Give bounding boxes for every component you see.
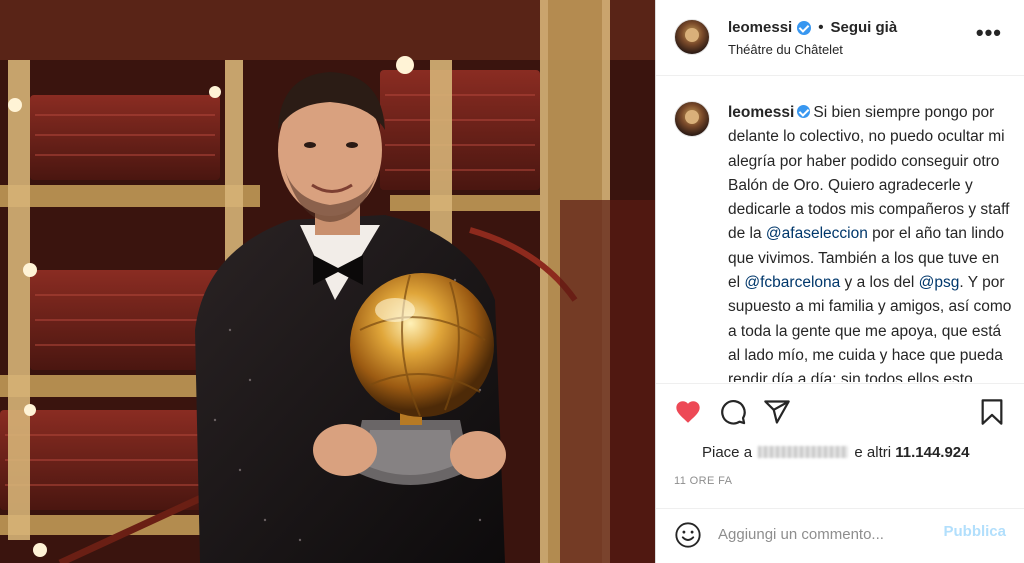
post-actions: Piace a e altri 11.144.924 11 ORE FA [656,383,1024,518]
likes-count[interactable]: 11.144.924 [895,444,969,461]
bookmark-icon[interactable] [978,398,1006,426]
verified-badge-icon [797,105,811,118]
heart-icon[interactable] [674,398,702,426]
post-timestamp[interactable]: 11 ORE FA [674,475,732,487]
mention-link[interactable]: @afaseleccion [766,225,868,242]
post-author: leomessi • Segui già [728,19,897,36]
verified-badge-icon [797,20,812,35]
more-options-icon[interactable]: ••• [976,22,1002,44]
post-sidebar: leomessi • Segui già Théâtre du Châtelet… [655,0,1024,563]
caption-username[interactable]: leomessi [728,104,794,121]
separator-dot: • [818,19,824,36]
publish-button[interactable]: Pubblica [943,523,1006,540]
comment-bar: Pubblica [656,508,1024,563]
likes-prefix: Piace a [702,444,753,461]
post-photo[interactable] [0,0,655,563]
mention-link[interactable]: @fcbarcelona [744,274,840,291]
emoji-icon[interactable] [674,521,702,549]
caption-segment: y a los del [840,274,919,292]
comment-icon[interactable] [719,398,747,426]
likes-suffix: e altri [854,444,892,461]
mention-link[interactable]: @psg [919,274,960,291]
caption-text: leomessi Si bien siempre pongo por delant… [728,101,1013,382]
likes-summary[interactable]: Piace a e altri 11.144.924 [702,444,970,461]
comment-input[interactable] [718,522,928,546]
blurred-username [758,446,849,458]
caption-avatar[interactable] [674,101,710,137]
follow-button[interactable]: Segui già [830,19,897,36]
username-link[interactable]: leomessi [728,19,792,36]
caption-segment: Si bien siempre pongo por delante lo col… [728,104,1010,243]
share-icon[interactable] [763,398,791,426]
avatar[interactable] [674,19,710,55]
location-link[interactable]: Théâtre du Châtelet [728,42,843,57]
photo-illustration [0,0,655,563]
post-header: leomessi • Segui già Théâtre du Châtelet… [656,0,1024,76]
caption-area: leomessi Si bien siempre pongo por delant… [656,77,1024,382]
